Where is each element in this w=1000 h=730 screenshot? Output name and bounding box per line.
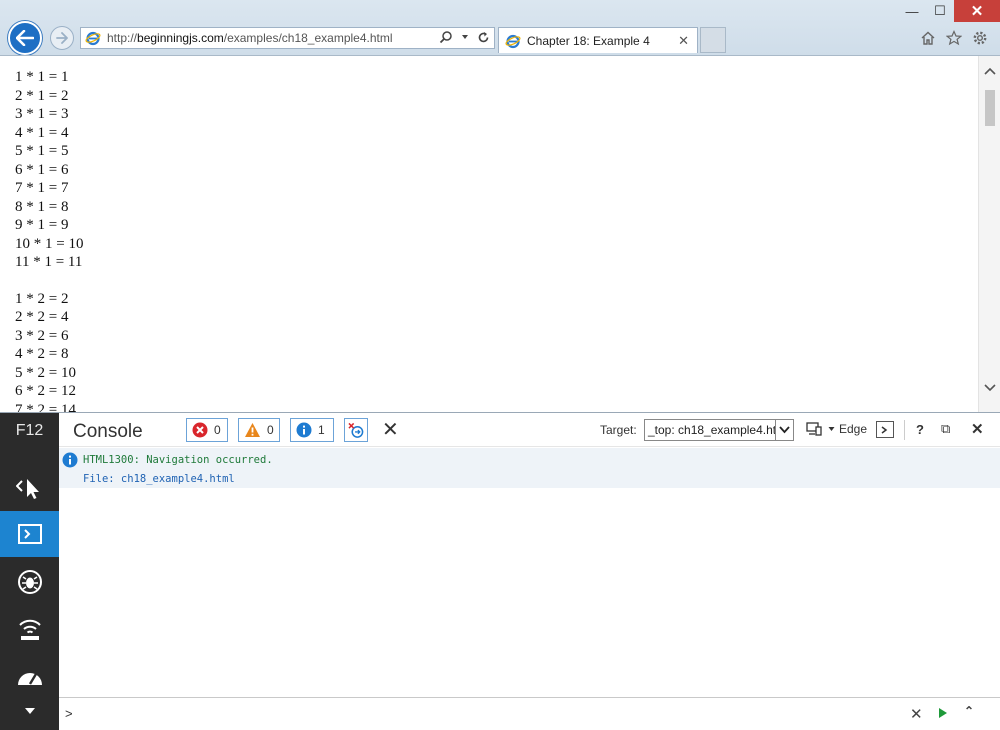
forward-button[interactable]	[50, 26, 74, 50]
list-item: 3 * 2 = 6	[15, 327, 69, 344]
new-tab-button[interactable]	[700, 27, 726, 53]
mode-label: Edge	[839, 422, 868, 436]
toolbar-divider	[904, 420, 905, 440]
info-filter-button[interactable]: 1	[290, 418, 334, 442]
debugger-bug-icon[interactable]	[0, 559, 59, 605]
list-item: 7 * 1 = 7	[15, 180, 69, 196]
network-icon[interactable]	[0, 606, 59, 652]
console-input-bar[interactable]: > ✕ ⌃	[59, 697, 1000, 730]
list-item: 9 * 1 = 9	[15, 217, 69, 233]
devices-icon	[806, 422, 822, 436]
info-count: 1	[318, 423, 325, 437]
console-message: HTML1300: Navigation occurred. File: ch1…	[59, 448, 1000, 488]
url-path: /examples/ch18_example4.html	[223, 31, 393, 45]
chevron-down-icon[interactable]	[775, 420, 793, 440]
close-devtools-button[interactable]: ✕	[971, 420, 984, 438]
console-prompt-icon	[881, 425, 888, 434]
ie-logo-icon	[85, 31, 101, 46]
table-group-2: 1 * 2 = 2 2 * 2 = 4 3 * 2 = 6 4 * 2 = 8 …	[15, 290, 83, 413]
close-window-button[interactable]: ✕	[954, 0, 1000, 22]
f12-label: F12	[15, 422, 44, 439]
list-item: 6 * 2 = 12	[15, 383, 76, 399]
error-count: 0	[214, 423, 221, 437]
page-viewport: 1 * 1 = 1 2 * 1 = 2 3 * 1 = 3 4 * 1 = 4 …	[0, 55, 1000, 412]
console-toolbar: Console 0 0 1 ✕ Target: _top: ch18_examp…	[59, 413, 1000, 447]
multiplication-output: 1 * 1 = 1 2 * 1 = 2 3 * 1 = 3 4 * 1 = 4 …	[15, 68, 83, 412]
home-icon[interactable]	[918, 28, 938, 48]
back-button[interactable]	[8, 21, 42, 55]
dom-explorer-icon[interactable]	[0, 465, 59, 511]
scrollbar-thumb[interactable]	[985, 90, 995, 126]
clear-console-button[interactable]: ✕	[382, 420, 399, 440]
browser-chrome: — ☐ ✕ http://beginningjs.com/examples/ch…	[0, 0, 1000, 55]
list-item: 10 * 1 = 10	[15, 235, 84, 252]
message-file-link[interactable]: File: ch18_example4.html	[83, 473, 235, 485]
warning-icon	[245, 423, 260, 437]
list-item: 7 * 2 = 14	[15, 401, 76, 413]
target-label: Target:	[600, 423, 637, 437]
emulation-mode-button[interactable]: Edge	[806, 422, 867, 436]
list-item: 6 * 1 = 6	[15, 161, 69, 178]
console-prompt: >	[65, 706, 73, 721]
target-select[interactable]: _top: ch18_example4.htm	[644, 419, 794, 441]
devtools-sidebar: F12	[0, 413, 59, 730]
refresh-icon[interactable]	[477, 31, 490, 44]
scroll-down-icon[interactable]	[983, 383, 997, 393]
expand-input-button[interactable]: ⌃	[964, 704, 974, 718]
maximize-button[interactable]: ☐	[926, 0, 954, 22]
list-item: 2 * 2 = 4	[15, 309, 69, 325]
undock-button[interactable]: ⧉	[941, 421, 950, 437]
list-item: 5 * 1 = 5	[15, 143, 69, 159]
multiline-console-button[interactable]	[876, 421, 894, 438]
warning-count: 0	[267, 423, 274, 437]
list-item: 4 * 2 = 8	[15, 346, 69, 362]
info-icon	[296, 422, 312, 438]
table-group-1: 1 * 1 = 1 2 * 1 = 2 3 * 1 = 3 4 * 1 = 4 …	[15, 68, 83, 272]
more-tools-chevron-down-icon[interactable]	[0, 697, 59, 725]
console-icon[interactable]	[0, 511, 59, 557]
browser-toolbar-icons	[918, 28, 990, 48]
list-item: 1 * 1 = 1	[15, 69, 69, 85]
page-scrollbar[interactable]	[978, 56, 1000, 412]
info-icon	[62, 452, 78, 468]
tab-title: Chapter 18: Example 4	[527, 33, 650, 48]
errors-filter-button[interactable]: 0	[186, 418, 228, 442]
chevron-down-icon	[828, 427, 835, 431]
performance-gauge-icon[interactable]	[0, 653, 59, 699]
chevron-down-icon[interactable]	[461, 33, 469, 41]
help-button[interactable]: ?	[916, 422, 924, 437]
clear-on-navigate-icon	[348, 422, 364, 438]
list-item: 2 * 1 = 2	[15, 87, 69, 104]
clear-input-button[interactable]: ✕	[910, 705, 923, 723]
gear-icon[interactable]	[970, 28, 990, 48]
panel-title: Console	[73, 421, 143, 442]
list-item: 11 * 1 = 11	[15, 254, 83, 270]
tab-chapter-18[interactable]: Chapter 18: Example 4 ✕	[498, 27, 698, 53]
arrow-right-icon	[56, 32, 68, 44]
warnings-filter-button[interactable]: 0	[238, 418, 280, 442]
scroll-up-icon[interactable]	[983, 66, 997, 76]
address-tools	[439, 30, 490, 44]
clear-on-navigate-button[interactable]	[344, 418, 368, 442]
favorites-star-icon[interactable]	[944, 28, 964, 48]
minimize-button[interactable]: —	[898, 0, 926, 22]
list-item: 4 * 1 = 4	[15, 124, 69, 141]
address-bar[interactable]: http://beginningjs.com/examples/ch18_exa…	[80, 27, 495, 49]
url-host: beginningjs.com	[137, 31, 224, 45]
url-prefix: http://	[107, 31, 138, 45]
arrow-left-icon	[16, 30, 34, 46]
list-item: 8 * 1 = 8	[15, 198, 69, 215]
tab-close-icon[interactable]: ✕	[678, 33, 689, 49]
list-item: 3 * 1 = 3	[15, 106, 69, 122]
developer-tools-pane: F12 Console 0 0 1 ✕ Target: _top: ch18_e…	[0, 412, 1000, 730]
list-item: 1 * 2 = 2	[15, 290, 69, 307]
error-icon	[192, 422, 208, 438]
list-item: 5 * 2 = 10	[15, 364, 76, 381]
search-icon[interactable]	[439, 30, 453, 44]
ie-logo-icon	[505, 34, 521, 48]
target-value: _top: ch18_example4.htm	[648, 423, 787, 437]
message-text: HTML1300: Navigation occurred.	[83, 454, 273, 466]
run-script-play-icon[interactable]	[937, 706, 949, 720]
